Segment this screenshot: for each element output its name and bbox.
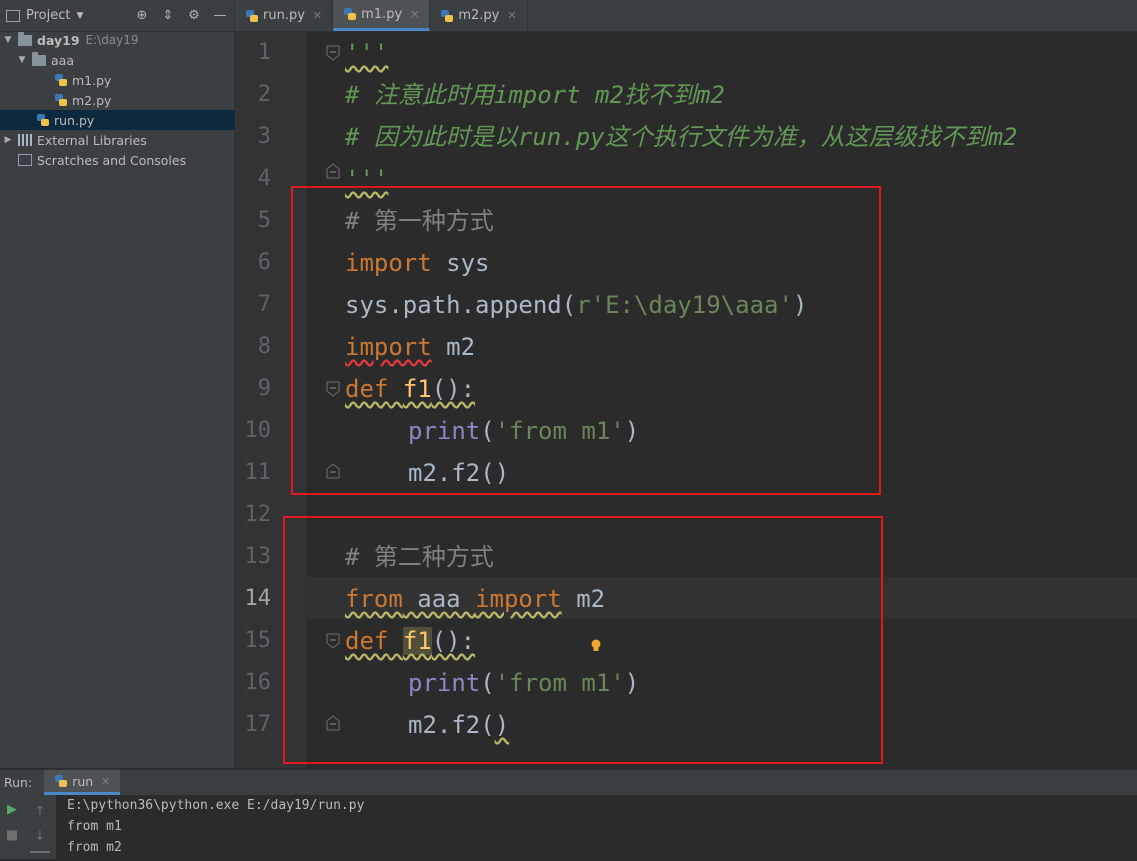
tree-item-scratches[interactable]: Scratches and Consoles	[0, 150, 252, 170]
tree-item-run[interactable]: run.py	[0, 110, 270, 130]
docstring: '''	[345, 39, 389, 67]
line-number: 9	[257, 376, 271, 401]
line-number: 8	[257, 334, 271, 359]
tab-m2-py[interactable]: m2.py ✕	[430, 0, 528, 31]
tree-item-label: External Libraries	[37, 132, 147, 148]
run-panel-header: Run: run ✕	[0, 769, 1137, 795]
highlight-box-first-method	[291, 186, 881, 495]
python-file-icon	[54, 93, 68, 107]
line-number: 4	[257, 166, 271, 191]
tree-item-label: run.py	[54, 112, 95, 128]
tree-item-label: aaa	[51, 52, 74, 68]
run-panel-label: Run:	[4, 775, 33, 790]
run-icon[interactable]: ▶	[4, 801, 20, 817]
collapse-icon[interactable]: ⇕	[160, 8, 176, 24]
project-panel: Project ▼ ⊕ ⇕ ⚙ — ▼ day19 E:\day19 ▼ aaa…	[0, 0, 270, 768]
console-line: from m2	[67, 840, 122, 855]
minimize-icon[interactable]: —	[212, 8, 228, 24]
close-icon[interactable]: ✕	[507, 9, 516, 22]
project-panel-header: Project ▼ ⊕ ⇕ ⚙ —	[0, 0, 234, 32]
run-tab-label: run	[72, 773, 94, 789]
python-file-icon	[343, 7, 357, 21]
fold-marker-icon[interactable]	[325, 45, 341, 61]
tree-item-label: m1.py	[72, 72, 112, 88]
folder-icon	[32, 51, 46, 66]
line-number-current: 14	[244, 586, 272, 611]
console-line: E:\python36\python.exe E:/day19/run.py	[67, 798, 365, 813]
chevron-down-icon[interactable]: ▼	[76, 11, 83, 21]
tab-label: run.py	[263, 8, 305, 23]
up-arrow-icon[interactable]: ↑	[32, 803, 48, 819]
tree-item-label: m2.py	[72, 92, 112, 108]
python-file-icon	[245, 9, 259, 23]
scratches-icon	[18, 154, 32, 166]
console-line: from m1	[67, 819, 122, 834]
line-number: 17	[244, 712, 272, 737]
wrap-icon[interactable]	[30, 851, 50, 861]
line-number: 6	[257, 250, 271, 275]
stop-icon[interactable]: ■	[4, 827, 20, 843]
run-tab[interactable]: run ✕	[44, 770, 121, 795]
highlight-box-second-method	[283, 516, 883, 764]
line-number: 10	[244, 418, 272, 443]
line-number: 2	[257, 82, 271, 107]
tab-label: m1.py	[361, 6, 403, 22]
down-arrow-icon[interactable]: ↓	[32, 828, 48, 844]
comment: # 因为此时是以run.py这个执行文件为准，从这层级找不到m2	[345, 123, 1018, 151]
tab-label: m2.py	[458, 8, 500, 23]
target-icon[interactable]: ⊕	[134, 8, 150, 24]
libraries-icon	[18, 134, 32, 146]
python-file-icon	[36, 113, 50, 127]
line-number: 5	[257, 208, 271, 233]
tab-m1-py[interactable]: m1.py ✕	[333, 0, 431, 31]
line-number: 11	[244, 460, 272, 485]
tree-item-label: Scratches and Consoles	[37, 152, 187, 168]
close-icon[interactable]: ✕	[313, 9, 322, 22]
chevron-right-icon[interactable]: ▶	[2, 135, 14, 145]
python-file-icon	[54, 73, 68, 87]
project-title[interactable]: Project	[26, 8, 70, 23]
close-icon[interactable]: ✕	[410, 8, 419, 21]
line-number: 3	[257, 124, 271, 149]
tree-item-label: day19	[37, 32, 80, 48]
tree-item-path: E:\day19	[85, 33, 139, 47]
line-number: 13	[244, 544, 272, 569]
tab-run-py[interactable]: run.py ✕	[235, 0, 334, 31]
project-icon	[6, 9, 20, 22]
line-number: 16	[244, 670, 272, 695]
tree-item-external-libraries[interactable]: ▶ External Libraries	[0, 130, 236, 150]
comment: # 注意此时用import m2找不到m2	[345, 81, 725, 109]
python-file-icon	[440, 9, 454, 23]
chevron-down-icon[interactable]: ▼	[16, 55, 28, 65]
line-number: 12	[244, 502, 272, 527]
fold-marker-icon[interactable]	[325, 163, 341, 179]
tree-item-day19[interactable]: ▼ day19 E:\day19	[0, 30, 236, 50]
gear-icon[interactable]: ⚙	[186, 8, 202, 24]
run-toolbar: ▶ ■ ↑ ↓	[0, 795, 56, 859]
folder-icon	[18, 31, 32, 46]
code-line-2[interactable]: # 注意此时用import m2找不到m2	[345, 74, 725, 116]
code-line-1[interactable]: '''	[345, 32, 388, 74]
line-number: 7	[257, 292, 271, 317]
python-file-icon	[54, 774, 68, 788]
close-icon[interactable]: ✕	[101, 775, 110, 788]
line-number: 1	[257, 40, 271, 65]
chevron-down-icon[interactable]: ▼	[2, 35, 14, 45]
tree-item-aaa[interactable]: ▼ aaa	[0, 50, 250, 70]
code-line-3[interactable]: # 因为此时是以run.py这个执行文件为准，从这层级找不到m2	[345, 116, 1018, 158]
line-number: 15	[244, 628, 272, 653]
editor-tabs: run.py ✕ m1.py ✕ m2.py ✕	[235, 0, 1137, 32]
